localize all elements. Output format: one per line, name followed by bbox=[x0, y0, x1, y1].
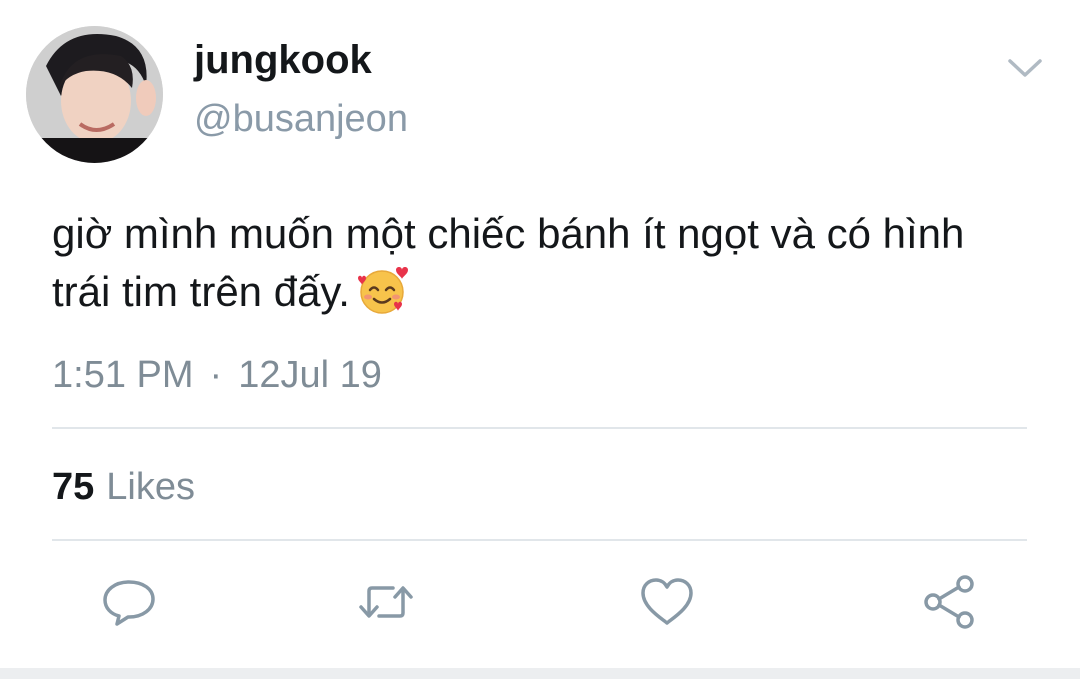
divider bbox=[52, 539, 1027, 541]
tweet-text-line-2: trái tim trên đấy. bbox=[52, 263, 1080, 331]
likes-label: Likes bbox=[106, 466, 195, 508]
chevron-down-icon[interactable] bbox=[1004, 52, 1046, 86]
retweet-button[interactable] bbox=[356, 572, 416, 632]
display-name[interactable]: jungkook bbox=[194, 36, 372, 84]
tweet-time: 1:51 PM bbox=[52, 354, 194, 396]
retweet-icon bbox=[359, 586, 413, 618]
separator-dot: · bbox=[209, 354, 223, 396]
tweet-text: giờ mình muốn một chiếc bánh ít ngọt và … bbox=[52, 205, 1080, 331]
share-button[interactable] bbox=[920, 572, 980, 632]
heart-icon bbox=[641, 578, 693, 625]
bottom-bar bbox=[0, 668, 1080, 679]
tweet-text-line-2-text: trái tim trên đấy. bbox=[52, 268, 350, 315]
reply-icon bbox=[103, 580, 155, 626]
reply-button[interactable] bbox=[99, 572, 159, 632]
tweet-date: 12Jul 19 bbox=[238, 354, 382, 396]
smiling-face-with-hearts-icon bbox=[356, 264, 408, 331]
tweet-timestamp: 1:51 PM · 12Jul 19 bbox=[52, 352, 382, 398]
avatar[interactable] bbox=[26, 26, 163, 163]
share-icon bbox=[924, 575, 974, 629]
divider bbox=[52, 427, 1027, 429]
tweet-text-line-1: giờ mình muốn một chiếc bánh ít ngọt và … bbox=[52, 210, 965, 257]
like-button[interactable] bbox=[637, 572, 697, 632]
avatar-photo bbox=[26, 26, 163, 163]
likes-count: 75 bbox=[52, 466, 95, 508]
likes-stat[interactable]: 75 Likes bbox=[52, 464, 195, 510]
user-handle[interactable]: @busanjeon bbox=[194, 95, 408, 143]
